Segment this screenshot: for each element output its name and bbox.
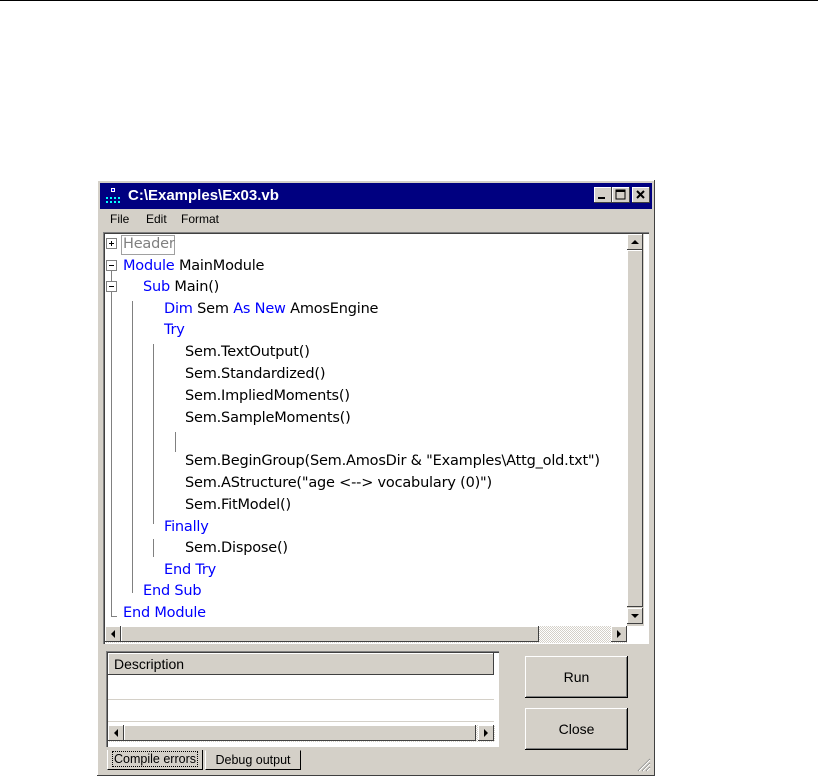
menu-format[interactable]: Format <box>181 212 219 226</box>
close-button[interactable]: Close <box>525 708 628 750</box>
arrow-right-icon <box>484 729 488 737</box>
code-line: Sem.Dispose() <box>185 540 288 556</box>
code-line-sub: Sub Main() <box>143 279 220 295</box>
code-line-dim: Dim Sem As New AmosEngine <box>164 301 379 317</box>
fold-guide <box>111 271 112 281</box>
expand-icon[interactable] <box>106 238 117 249</box>
title-bar[interactable]: C:\Examples\Ex03.vb <box>100 183 652 209</box>
arrow-left-icon <box>114 729 118 737</box>
code-editor[interactable]: Header Module MainModule Sub Main() Dim … <box>103 232 649 644</box>
collapse-icon[interactable] <box>106 260 117 271</box>
minimize-button[interactable] <box>594 187 612 203</box>
minimize-icon <box>598 197 605 199</box>
page-top-rule <box>0 0 818 1</box>
hscroll-thumb[interactable] <box>121 626 539 642</box>
fold-guide <box>111 616 117 617</box>
close-icon <box>636 190 645 199</box>
maximize-icon <box>615 189 626 200</box>
collapse-icon[interactable] <box>106 281 117 292</box>
amos-app-icon <box>106 188 120 203</box>
arrow-right-icon <box>617 630 621 638</box>
code-line: Sem.ImpliedMoments() <box>185 388 350 404</box>
code-line: Sem.SampleMoments() <box>185 410 351 426</box>
fold-guide <box>111 292 112 616</box>
menu-file[interactable]: File <box>110 212 129 226</box>
scroll-right-button[interactable] <box>611 626 627 642</box>
fold-guide <box>175 432 176 452</box>
code-line: Sem.Standardized() <box>185 366 326 382</box>
window-title: C:\Examples\Ex03.vb <box>128 187 279 204</box>
code-line-end-try: End Try <box>164 562 217 578</box>
menu-bar: File Edit Format <box>100 209 652 229</box>
arrow-left-icon <box>111 630 115 638</box>
arrow-down-icon <box>631 614 639 618</box>
tab-compile-errors[interactable]: Compile errors <box>107 750 203 770</box>
close-window-button[interactable] <box>632 187 650 203</box>
fold-guide <box>132 301 133 593</box>
description-header[interactable]: Description <box>108 653 494 675</box>
run-button[interactable]: Run <box>525 656 628 698</box>
maximize-button[interactable] <box>612 187 630 203</box>
resize-grip-icon[interactable] <box>635 756 651 772</box>
scroll-left-button[interactable] <box>108 725 124 741</box>
fold-guide <box>153 344 154 524</box>
code-line-try: Try <box>164 322 185 338</box>
code-line-finally: Finally <box>164 519 209 535</box>
scroll-thumb[interactable] <box>627 250 643 607</box>
code-line: Sem.BeginGroup(Sem.AmosDir & "Examples\A… <box>185 453 600 469</box>
program-editor-window: C:\Examples\Ex03.vb File Edit Format Hea… <box>97 180 655 776</box>
scroll-up-button[interactable] <box>627 234 643 250</box>
code-line: Sem.FitModel() <box>185 497 291 513</box>
list-row-divider <box>108 699 494 700</box>
description-list[interactable]: Description <box>106 651 499 747</box>
menu-edit[interactable]: Edit <box>146 212 167 226</box>
arrow-up-icon <box>631 240 639 244</box>
tab-debug-output[interactable]: Debug output <box>205 750 301 770</box>
horizontal-scrollbar[interactable] <box>105 626 627 643</box>
code-line-end-module: End Module <box>123 605 206 621</box>
list-row-divider <box>108 721 494 722</box>
header-text: Header <box>123 236 175 252</box>
scroll-down-button[interactable] <box>627 608 643 624</box>
fold-guide <box>153 539 154 557</box>
code-line: Sem.AStructure("age <--> vocabulary (0)"… <box>185 475 492 491</box>
scroll-left-button[interactable] <box>105 626 121 642</box>
code-line-end-sub: End Sub <box>143 583 202 599</box>
code-line-module: Module MainModule <box>123 258 265 274</box>
desc-horizontal-scrollbar[interactable] <box>108 725 495 742</box>
hscroll-thumb[interactable] <box>124 725 476 741</box>
vertical-scrollbar[interactable] <box>627 234 644 626</box>
scroll-right-button[interactable] <box>478 725 494 741</box>
code-line: Sem.TextOutput() <box>185 344 310 360</box>
